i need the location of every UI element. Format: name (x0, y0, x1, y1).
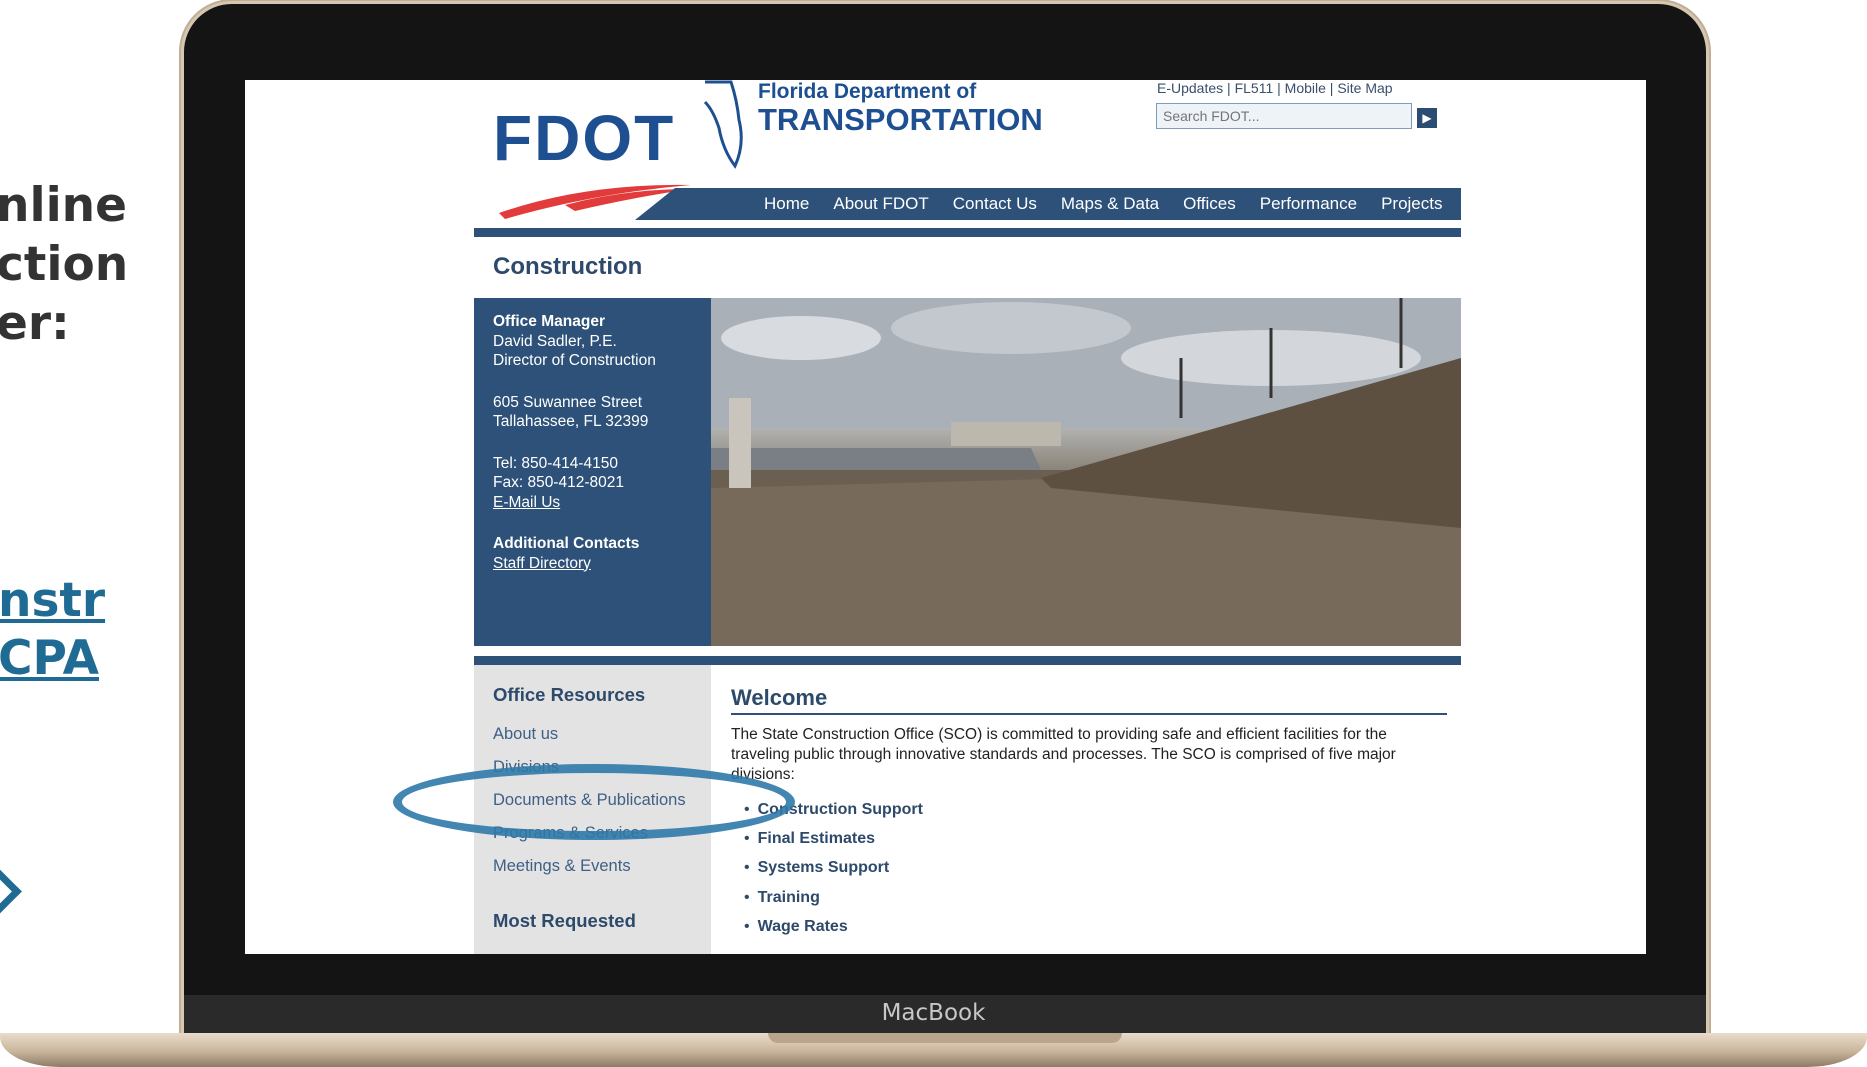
nav-home[interactable]: Home (752, 188, 821, 220)
nav-contact[interactable]: Contact Us (941, 188, 1049, 220)
most-requested-heading: Most Requested (493, 910, 636, 931)
division-link[interactable]: • Final Estimates (744, 830, 875, 848)
welcome-text: The State Construction Office (SCO) is c… (731, 726, 1396, 783)
search-go-icon[interactable]: ▶ (1417, 108, 1437, 128)
section-divider (474, 656, 1461, 665)
nav-about[interactable]: About FDOT (821, 188, 940, 220)
address-line-2: Tallahassee, FL 32399 (493, 413, 649, 430)
office-resources-heading: Office Resources (493, 684, 646, 705)
brand-line-2: TRANSPORTATION (758, 102, 1043, 137)
search-input[interactable] (1156, 103, 1412, 129)
sidebar-link-meetings[interactable]: Meetings & Events (493, 857, 631, 876)
division-label[interactable]: Final Estimates (758, 830, 875, 847)
nav-performance[interactable]: Performance (1248, 188, 1369, 220)
division-link[interactable]: • Wage Rates (744, 918, 848, 936)
nav-offices[interactable]: Offices (1171, 188, 1248, 220)
util-link-sitemap[interactable]: Site Map (1337, 80, 1392, 96)
nav-projects[interactable]: Projects (1369, 188, 1454, 220)
manager-heading: Office Manager (493, 313, 605, 330)
nav-slant (635, 188, 675, 220)
utility-links: E-Updates | FL511 | Mobile | Site Map (1157, 80, 1393, 96)
welcome-title: Welcome (731, 685, 828, 710)
office-fax: Fax: 850-412-8021 (493, 474, 624, 491)
office-info-panel: Office Manager David Sadler, P.E. Direct… (474, 298, 711, 646)
staff-directory-link[interactable]: Staff Directory (493, 555, 591, 572)
division-label[interactable]: Systems Support (758, 859, 890, 876)
main-nav: Home About FDOT Contact Us Maps & Data O… (752, 188, 1454, 220)
hero-construction-photo (711, 298, 1461, 646)
florida-outline-icon (703, 80, 743, 169)
email-link[interactable]: E-Mail Us (493, 494, 560, 511)
slide-link[interactable]: nstr CPA (0, 572, 105, 688)
laptop-notch (768, 1033, 1122, 1043)
util-link-mobile[interactable]: Mobile (1285, 80, 1326, 96)
fdot-logo[interactable]: FDOT (493, 101, 675, 175)
nav-divider (474, 228, 1461, 237)
manager-name: David Sadler, P.E. (493, 332, 617, 350)
office-tel: Tel: 850-414-4150 (493, 454, 618, 472)
util-link-eupdates[interactable]: E-Updates (1157, 80, 1223, 96)
division-label[interactable]: Training (758, 889, 820, 906)
brand-line-1: Florida Department of (758, 80, 977, 103)
division-label[interactable]: Wage Rates (758, 918, 848, 935)
sidebar-link-about[interactable]: About us (493, 725, 558, 744)
welcome-divider (731, 713, 1447, 715)
page-title: Construction (493, 253, 643, 280)
highlight-ring-annotation (393, 764, 795, 840)
nav-maps[interactable]: Maps & Data (1049, 188, 1171, 220)
division-link[interactable]: • Training (744, 889, 820, 907)
device-label: MacBook (881, 1000, 986, 1026)
util-link-fl511[interactable]: FL511 (1235, 80, 1274, 96)
manager-title: Director of Construction (493, 352, 656, 369)
chevron-right-icon (0, 868, 22, 915)
address-line-1: 605 Suwannee Street (493, 393, 643, 411)
contacts-heading: Additional Contacts (493, 535, 640, 552)
slide-heading: nline ction er: (0, 178, 129, 351)
division-link[interactable]: • Systems Support (744, 859, 889, 877)
